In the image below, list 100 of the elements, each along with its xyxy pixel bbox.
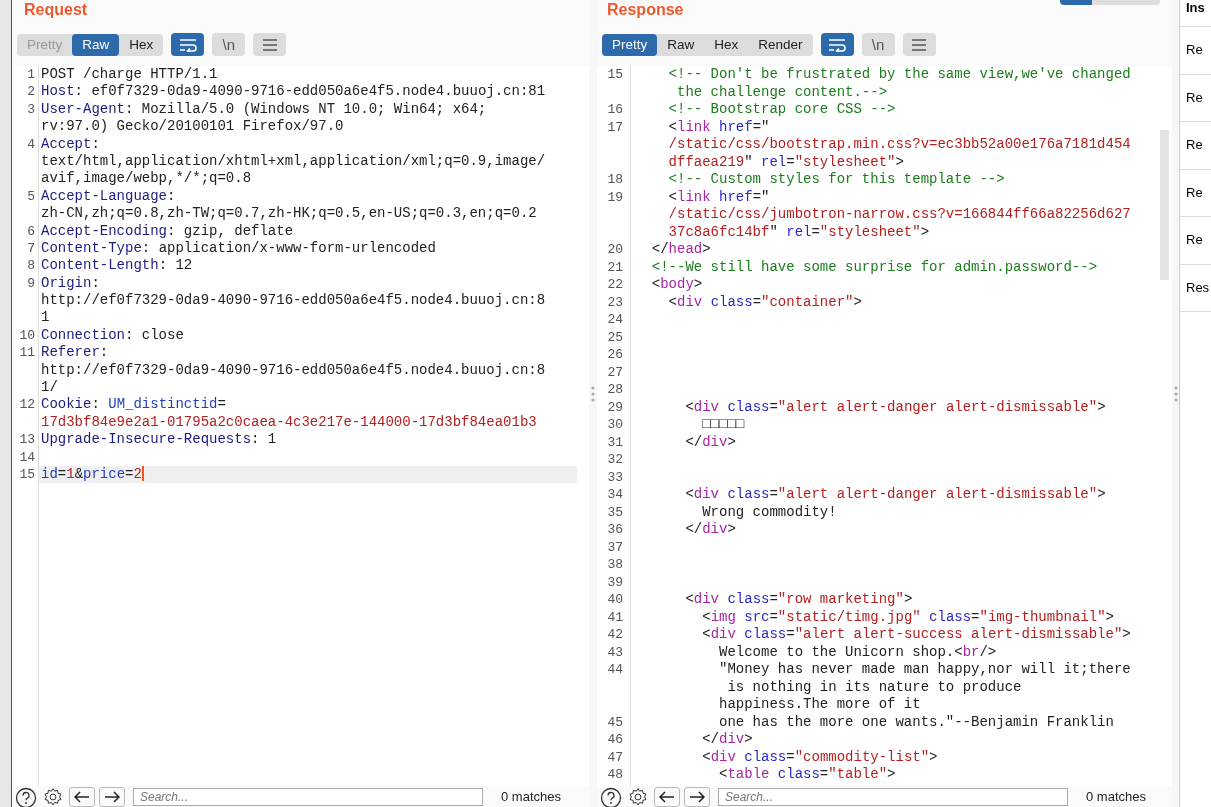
line-number: 36 (606, 521, 623, 539)
code-line: Accept-Encoding: gzip, deflate (41, 222, 294, 240)
line-number: 4 (26, 135, 35, 153)
code-line: /static/css/jumbotron-narrow.css?v=166844ff66a82256d627 (667, 206, 1131, 224)
arrow-left-icon (74, 790, 90, 803)
newline-button[interactable]: \n (212, 33, 246, 56)
newline-button[interactable]: \n (861, 33, 895, 56)
line-number: 33 (606, 468, 623, 486)
line-number: 26 (606, 346, 623, 364)
code-line: <link href=" (667, 188, 770, 206)
view-tab[interactable]: Pretty (602, 33, 658, 56)
code-line: rv:97.0) Gecko/20100101 Firefox/97.0 (41, 118, 344, 136)
next-button[interactable] (99, 786, 125, 807)
code-line: <!--We still have some surprise for admin.password--> (650, 258, 1098, 276)
line-number: 22 (606, 276, 623, 294)
scrollbar-thumb[interactable] (1160, 130, 1169, 280)
line-number: 27 (606, 363, 623, 381)
arrow-right-icon (104, 790, 120, 803)
line-number: 48 (606, 766, 623, 784)
next-button[interactable] (684, 786, 710, 807)
line-number: 16 (606, 101, 623, 119)
code-line: Accept: (41, 135, 100, 153)
drag-handle-icon[interactable] (1173, 385, 1178, 402)
code-line: the challenge content.--> (676, 83, 888, 101)
drag-handle-icon[interactable] (591, 385, 595, 402)
settings-icon[interactable] (626, 786, 650, 807)
view-tab[interactable]: Raw (657, 33, 705, 56)
code-line: □□□□□ (701, 416, 745, 434)
panel-title: Request (23, 0, 88, 19)
line-number: 34 (606, 486, 623, 504)
wrap-icon (178, 37, 197, 52)
code-line: id=1&price=2 (41, 466, 144, 484)
previous-button[interactable] (654, 786, 680, 807)
line-number: 12 (18, 396, 35, 414)
line-number: 19 (606, 188, 623, 206)
code-line: Referer: (41, 344, 109, 362)
match-count: 0 matches (1086, 789, 1146, 804)
code-line: 1/ (41, 379, 58, 397)
code-line: <body> (650, 276, 703, 294)
help-icon[interactable] (15, 786, 37, 807)
inspector-item[interactable]: Re (1180, 74, 1211, 122)
code-line: http://ef0f7329-0da9-4090-9716-edd050a6e4f5.node4.buuoj.cn:8 (41, 292, 546, 310)
code-line: Connection: close (41, 326, 184, 345)
code-line: Wrong commodity! (701, 503, 837, 521)
line-number: 15 (18, 466, 35, 484)
view-tab[interactable]: Hex (119, 33, 164, 56)
code-line: <!-- Don't be frustrated by the same view,we've changed (667, 66, 1131, 84)
wrap-icon (828, 37, 847, 52)
line-number: 40 (606, 591, 623, 609)
previous-button[interactable] (69, 786, 95, 807)
line-number: 47 (606, 748, 623, 766)
code-line: </div> (701, 731, 753, 749)
line-number: 43 (606, 643, 623, 661)
line-number: 45 (606, 713, 623, 731)
inspector-item[interactable]: Res (1180, 264, 1211, 312)
search-field[interactable]: Search... (133, 787, 483, 806)
menu-button[interactable] (253, 33, 287, 56)
line-number: 24 (606, 311, 623, 329)
line-number: 44 (606, 661, 623, 679)
arrow-left-icon (659, 790, 675, 803)
line-number: 10 (18, 326, 35, 345)
code-line: <link href=" (667, 118, 770, 136)
code-line: Upgrade-Insecure-Requests: 1 (41, 431, 277, 449)
line-number: 38 (606, 556, 623, 574)
line-number: 18 (606, 171, 623, 189)
line-number: 13 (18, 431, 35, 449)
line-number: 23 (606, 293, 623, 311)
code-line: Accept-Language: (41, 187, 176, 206)
inspector-item[interactable]: Re (1180, 169, 1211, 217)
line-number: 35 (606, 503, 623, 521)
code-line: <div class="commodity-list"> (701, 748, 938, 766)
line-number: 1 (26, 66, 35, 84)
line-number: 41 (606, 608, 623, 626)
panel-title: Response (606, 0, 684, 19)
code-line: <div class="container"> (667, 293, 862, 311)
settings-icon[interactable] (41, 786, 65, 807)
inspector-item[interactable]: Re (1180, 122, 1211, 170)
wrap-lines-button[interactable] (820, 33, 854, 56)
line-number: 30 (606, 416, 623, 434)
help-icon[interactable] (600, 786, 622, 807)
menu-icon (911, 38, 928, 51)
code-line: User-Agent: Mozilla/5.0 (Windows NT 10.0; Win64; x64; (41, 100, 487, 119)
line-number: 7 (26, 239, 35, 258)
code-line: /static/css/bootstrap.min.css?v=ec3bb52a00e176a7181d454 (667, 136, 1131, 154)
search-field[interactable]: Search... (718, 787, 1068, 806)
view-tab[interactable]: Render (748, 33, 813, 56)
inspector-item[interactable]: Re (1180, 27, 1211, 75)
code-line: <!-- Bootstrap core CSS --> (667, 101, 896, 119)
code-line: Origin: (41, 274, 100, 293)
menu-button[interactable] (902, 33, 936, 56)
view-tab[interactable]: Raw (72, 33, 120, 56)
code-line: </div> (684, 433, 736, 451)
line-number: 5 (26, 187, 35, 206)
wrap-lines-button[interactable] (171, 33, 205, 56)
code-line: 37c8a6fc14bf" rel="stylesheet"> (667, 223, 930, 241)
line-number: 8 (26, 257, 35, 275)
line-number: 17 (606, 118, 623, 136)
inspector-item[interactable]: Re (1180, 217, 1211, 265)
code-line: "Money has never made man happy,nor will it;there (718, 661, 1131, 679)
view-tab[interactable]: Hex (704, 33, 749, 56)
